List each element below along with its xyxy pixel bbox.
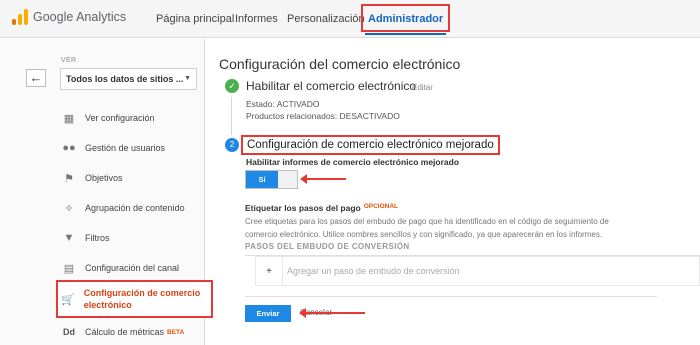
step2-title: Configuración de comercio electrónico me… xyxy=(241,135,500,155)
nav-tab-reports[interactable]: Informes xyxy=(235,0,278,38)
dd-icon: Dd xyxy=(63,327,75,337)
check-icon: ✓ xyxy=(225,79,239,93)
view-label: VER xyxy=(61,57,77,64)
checkout-steps-title: Etiquetar los pasos del pago xyxy=(245,203,361,213)
sidebar-item-label: Gestión de usuarios xyxy=(85,143,166,153)
divider xyxy=(245,296,657,297)
sidebar-item-channel-settings[interactable]: ▤ Configuración del canal xyxy=(62,258,179,278)
app-title: Google Analytics xyxy=(33,10,127,24)
sidebar-item-ecommerce-settings[interactable]: 🛒 Configuración de comercio electrónico xyxy=(56,280,213,318)
view-selector-value: Todos los datos de sitios ... xyxy=(66,74,184,84)
sidebar-item-goals[interactable]: ⚑ Objetivos xyxy=(62,168,123,188)
beta-badge: BETA xyxy=(167,328,185,336)
step-connector xyxy=(231,97,232,135)
add-funnel-step-input[interactable]: Agregar un paso de embudo de conversión xyxy=(283,266,460,276)
caret-down-icon: ▼ xyxy=(184,75,191,82)
step1-title: Habilitar el comercio electrónico xyxy=(246,79,417,93)
nav-tab-customization[interactable]: Personalización xyxy=(287,0,365,38)
view-selector[interactable]: Todos los datos de sitios ... ▼ xyxy=(60,68,197,90)
checkout-steps-label: Etiquetar los pasos del pago OPCIONAL xyxy=(245,203,398,213)
edit-link[interactable]: Editar xyxy=(412,83,433,92)
channel-icon: ▤ xyxy=(63,262,75,275)
person-icon: ✧ xyxy=(64,202,74,215)
admin-sidebar: ← VER Todos los datos de sitios ... ▼ ▦ … xyxy=(0,39,213,345)
enhanced-ecommerce-label: Habilitar informes de comercio electróni… xyxy=(246,157,460,167)
toggle-on-label: Sí xyxy=(246,171,278,188)
analytics-logo-icon xyxy=(12,9,28,25)
nav-tab-admin[interactable]: Administrador xyxy=(361,4,451,35)
enhanced-ecommerce-toggle[interactable]: Sí xyxy=(245,170,298,189)
add-funnel-step-row[interactable]: + Agregar un paso de embudo de conversió… xyxy=(255,256,700,286)
sidebar-item-label: Cálculo de métricas xyxy=(85,327,165,337)
step-number-badge: 2 xyxy=(225,138,239,152)
sidebar-item-filters[interactable]: ▼ Filtros xyxy=(62,228,110,248)
back-arrow-icon: ← xyxy=(29,70,43,85)
cart-icon: 🛒 xyxy=(61,293,75,306)
annotation-arrow-icon xyxy=(299,308,365,318)
sidebar-item-label: Agrupación de contenido xyxy=(85,203,185,213)
sidebar-item-label: Objetivos xyxy=(85,173,123,183)
toggle-off-area xyxy=(278,171,297,188)
sidebar-item-label: Ver configuración xyxy=(85,113,155,123)
related-products-status: Productos relacionados: DESACTIVADO xyxy=(246,111,400,121)
funnel-steps-header: PASOS DEL EMBUDO DE CONVERSIÓN xyxy=(245,242,700,256)
ecommerce-status: Estado: ACTIVADO xyxy=(246,99,320,109)
users-icon: ●● xyxy=(62,142,76,154)
sidebar-item-label: Configuración de comercio electrónico xyxy=(83,288,201,310)
optional-badge: OPCIONAL xyxy=(363,203,399,210)
filter-icon: ▼ xyxy=(63,232,75,244)
submit-button[interactable]: Enviar xyxy=(245,305,291,322)
back-button[interactable]: ← xyxy=(26,69,46,87)
plus-icon: + xyxy=(266,265,272,277)
sidebar-item-label: Configuración del canal xyxy=(85,263,180,273)
sidebar-item-label: Filtros xyxy=(85,233,110,243)
sidebar-item-calculated-metrics[interactable]: Dd Cálculo de métricas BETA xyxy=(62,322,184,342)
document-icon: ▦ xyxy=(63,112,75,125)
flag-icon: ⚑ xyxy=(64,172,74,185)
app-logo[interactable]: Google Analytics xyxy=(12,9,126,25)
sidebar-item-user-management[interactable]: ●● Gestión de usuarios xyxy=(62,138,165,158)
page-title: Configuración del comercio electrónico xyxy=(219,56,461,72)
nav-tab-home[interactable]: Página principal xyxy=(156,0,234,38)
sidebar-item-content-grouping[interactable]: ✧ Agrupación de contenido xyxy=(62,198,185,218)
sidebar-item-view-settings[interactable]: ▦ Ver configuración xyxy=(62,108,155,128)
annotation-arrow-icon xyxy=(300,174,346,184)
top-bar: Google Analytics Página principal Inform… xyxy=(0,0,700,38)
checkout-description: Cree etiquetas para los pasos del embudo… xyxy=(245,217,609,239)
